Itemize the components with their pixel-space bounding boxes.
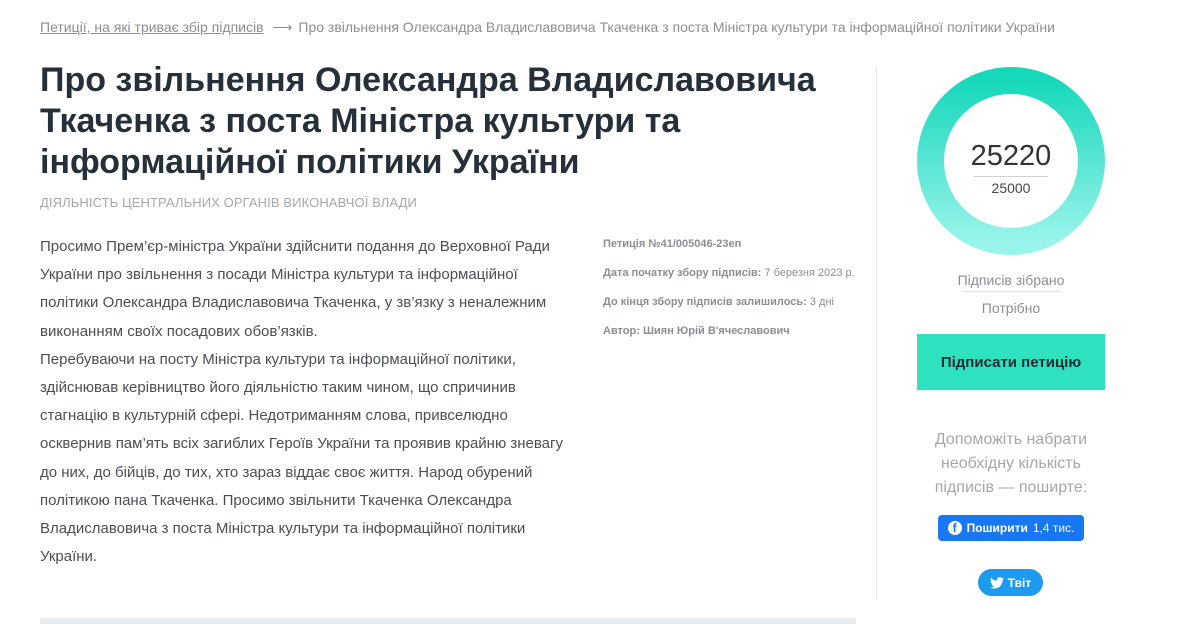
facebook-share-label: Поширити <box>966 521 1028 535</box>
breadcrumb: Петиції, на які триває збір підписів ⟶ П… <box>40 19 1055 36</box>
sign-petition-button[interactable]: Підписати петицію <box>917 334 1105 390</box>
required-label: Потрібно <box>981 300 1041 316</box>
signature-count: 25220 <box>970 140 1052 172</box>
breadcrumb-current: Про звільнення Олександра Владиславовича… <box>298 19 1055 35</box>
twitter-share-label: Твіт <box>1007 575 1032 590</box>
share-help-text: Допоможіть набрати необхідну кількість п… <box>934 431 1088 496</box>
signature-goal: 25000 <box>991 180 1031 196</box>
count-divider <box>974 176 1048 177</box>
author-label: Автор: <box>603 325 640 337</box>
content-bottom-bar <box>40 618 856 624</box>
facebook-share-button[interactable]: f Поширити 1,4 тис. <box>938 515 1084 541</box>
facebook-icon: f <box>947 521 962 535</box>
petition-title: Про звільнення Олександра Владиславовича… <box>40 61 816 181</box>
start-date-value: 7 березня 2023 р. <box>764 267 855 279</box>
collected-label: Підписів зібрано <box>957 272 1065 288</box>
petition-paragraph: Просимо Прем’єр-міністра України здійсни… <box>40 238 550 340</box>
remaining-value: 3 дні <box>809 296 834 308</box>
start-date-label: Дата початку збору підписів: <box>603 267 762 279</box>
twitter-share-button[interactable]: Твіт <box>978 569 1043 596</box>
collected-divider <box>962 291 1060 292</box>
remaining-label: До кінця збору підписів залишилось: <box>603 296 807 308</box>
sidebar-divider <box>876 66 877 600</box>
breadcrumb-parent-link[interactable]: Петиції, на які триває збір підписів <box>40 19 264 35</box>
breadcrumb-arrow-icon: ⟶ <box>272 19 293 35</box>
petition-number: Петиція №41/005046-23еп <box>603 238 742 250</box>
author-value: Шиян Юрій В'ячеславович <box>642 325 790 337</box>
petition-category: Діяльність центральних органів виконавчо… <box>40 195 417 210</box>
petition-body: Просимо Прем’єр-міністра України здійсни… <box>40 233 580 571</box>
petition-meta: Петиція №41/005046-23еп Дата початку збо… <box>603 236 863 352</box>
facebook-share-count: 1,4 тис. <box>1032 521 1075 535</box>
petition-paragraph: Перебуваючи на посту Міністра культури т… <box>40 350 563 566</box>
twitter-bird-icon <box>989 576 1004 589</box>
